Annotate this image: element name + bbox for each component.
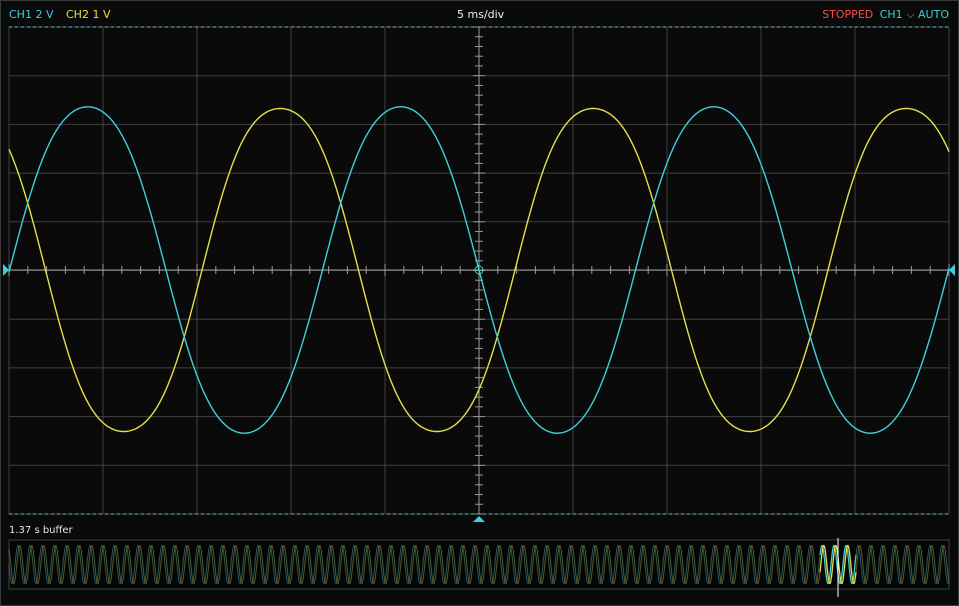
buffer-label: 1.37 s buffer [9,525,73,536]
ch1-offset-marker[interactable] [3,264,9,276]
trigger-level-marker[interactable] [949,264,955,276]
waveform-display[interactable] [0,0,959,606]
trigger-position-marker[interactable] [473,516,485,522]
